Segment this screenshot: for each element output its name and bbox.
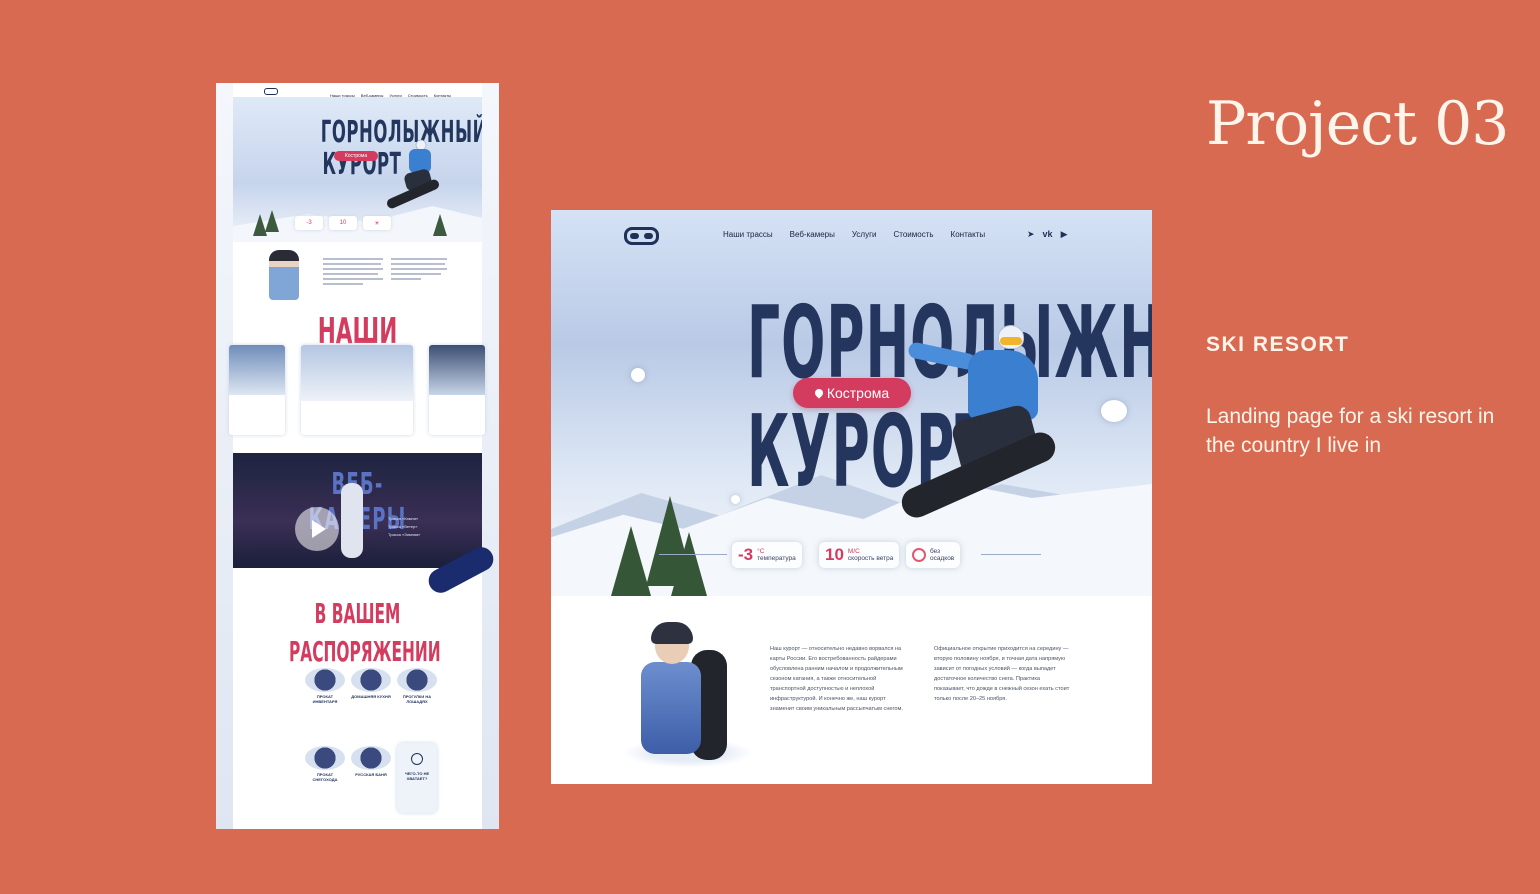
snow-border-right (481, 83, 499, 829)
temp-value: -3 (738, 545, 754, 564)
about-text-left: Наш курорт — относительно недавно ворвал… (770, 646, 903, 712)
mini-webcam-item[interactable]: Трасса «Ветер» (388, 523, 420, 531)
telegram-icon[interactable]: ➤ (1027, 229, 1035, 240)
long-page-preview: Наши трассы Веб-камеры Услуги Стоимость … (216, 83, 499, 829)
weather-wind: 10 М/С скорость ветра (819, 542, 900, 568)
service-icon (305, 746, 345, 770)
decor-line (659, 554, 727, 555)
snow-chunk (731, 495, 740, 504)
hero-preview: Наши трассы Веб-камеры Услуги Стоимость … (551, 210, 1152, 784)
snow-border-left (216, 83, 234, 829)
location-pin-icon (813, 387, 825, 399)
weather-temperature: -3 °С температура (732, 542, 802, 568)
plus-icon (411, 753, 423, 765)
snowboarder-image (896, 320, 1060, 530)
mini-wind-value: 10 (339, 220, 347, 226)
service-icon (397, 668, 437, 692)
mini-location-pill: Кострома (334, 151, 378, 161)
location-pill[interactable]: Кострома (793, 378, 911, 408)
location-label: Кострома (826, 385, 890, 401)
nav-contacts[interactable]: Контакты (951, 230, 986, 239)
site-nav: Наши трассы Веб-камеры Услуги Стоимость … (551, 227, 1152, 245)
service-label: ПРОГУЛКИ НА ЛОШАДЯХ (402, 694, 432, 704)
mini-girl-photo (269, 250, 299, 300)
mini-webcam-item[interactable]: Трасса «Камни» (388, 515, 420, 523)
project-description: Landing page for a ski resort in the cou… (1206, 405, 1495, 457)
wind-label: М/С скорость ветра (847, 548, 894, 562)
mini-trail-card (301, 345, 413, 435)
logo-goggles-icon[interactable] (624, 227, 659, 245)
wind-value: 10 (825, 545, 844, 564)
nav-webcams[interactable]: Веб-камеры (790, 230, 835, 239)
youtube-icon[interactable]: ▶ (1061, 229, 1068, 240)
sun-icon (912, 548, 926, 562)
service-label: ДОМАШНЯЯ КУХНЯ (351, 694, 391, 699)
about-text-right: Официальное открытие приходится на серед… (934, 646, 1070, 702)
service-icon (351, 668, 391, 692)
mini-trails-slider (229, 345, 485, 435)
mini-webcam-section: ВЕБ-КАМЕРЫ Трасса «Камни» Трасса «Ветер»… (233, 453, 482, 568)
mini-webcam-board (341, 483, 363, 558)
service-label: ПРОКАТ СНЕГОХОДА (312, 772, 338, 782)
service-label: ПРОКАТ ИНВЕНТАРЯ (312, 694, 338, 704)
temp-label: °С температура (757, 548, 796, 562)
mini-trail-card (429, 345, 485, 435)
service-icon (351, 746, 391, 770)
mini-weather-wind: 10 (329, 216, 357, 230)
mini-weather-precip: ☀ (363, 216, 391, 230)
girl-with-snowboard-image (623, 622, 753, 768)
mini-weather-temp: -3 (295, 216, 323, 230)
project-title: Project 03 (1206, 89, 1509, 159)
precip-label: без осадков (930, 548, 955, 562)
mini-hero: ГОРНОЛЫЖНЫЙ КУРОРТ Кострома (233, 97, 482, 242)
mini-tree (433, 214, 447, 236)
service-label: РУССКАЯ БАНЯ (355, 772, 387, 777)
social-links: ➤ vk ▶ (1027, 229, 1067, 240)
hero-section: Наши трассы Веб-камеры Услуги Стоимость … (551, 210, 1152, 596)
mini-webcam-list: Трасса «Камни» Трасса «Ветер» Трасса «Зи… (388, 515, 420, 539)
snow-chunk (1101, 400, 1127, 422)
mini-snowboarder (386, 139, 440, 209)
nav-trails[interactable]: Наши трассы (723, 230, 773, 239)
pine-tree (611, 526, 651, 596)
mini-about (233, 248, 482, 303)
service-icon (305, 668, 345, 692)
decor-line (981, 554, 1041, 555)
nav-services[interactable]: Услуги (852, 230, 877, 239)
mini-more-card[interactable]: ЧЕГО-ТО НЕ ХВАТАЕТ? (397, 743, 437, 813)
project-subtitle: SKI RESORT (1206, 333, 1350, 356)
weather-precipitation: без осадков (906, 542, 961, 568)
mini-services-grid: ПРОКАТ ИНВЕНТАРЯ ДОМАШНЯЯ КУХНЯ ПРОГУЛКИ… (233, 668, 482, 828)
play-icon[interactable] (295, 507, 339, 551)
site-menu: Наши трассы Веб-камеры Услуги Стоимость … (723, 230, 985, 239)
pine-tree (671, 532, 707, 596)
mini-services-heading: В ВАШЕМ РАСПОРЯЖЕНИИ (289, 597, 441, 668)
mini-more-label: ЧЕГО-ТО НЕ ХВАТАЕТ? (404, 771, 430, 781)
snow-chunk (631, 368, 645, 382)
long-preview-content: Наши трассы Веб-камеры Услуги Стоимость … (229, 83, 485, 829)
vk-icon[interactable]: vk (1043, 229, 1053, 240)
mini-tree (265, 210, 279, 232)
mini-webcam-item[interactable]: Трасса «Зимняя» (388, 531, 420, 539)
mini-trail-card (229, 345, 285, 435)
mini-temp-value: -3 (306, 220, 312, 226)
nav-pricing[interactable]: Стоимость (893, 230, 933, 239)
